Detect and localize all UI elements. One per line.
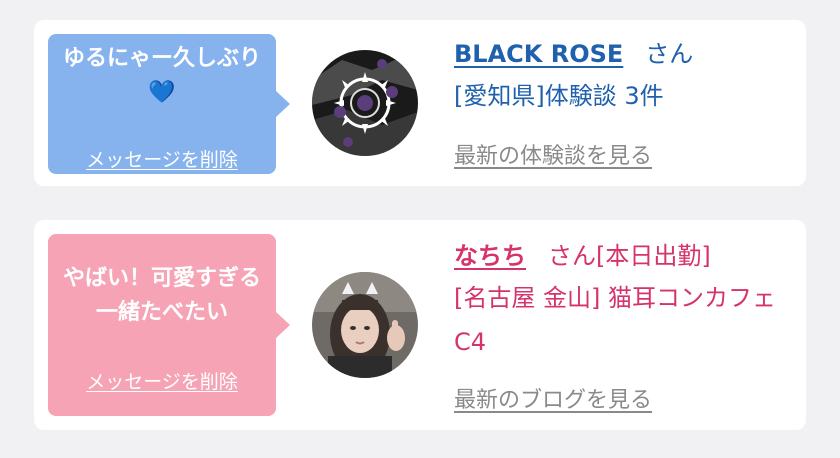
message-text: やばい！可愛すぎる一緒たべたい xyxy=(62,266,261,325)
message-text: ゆるにゃー久しぶり💙 xyxy=(62,46,261,105)
profile-info: BLACK ROSE さん [愛知県]体験談 3件 xyxy=(454,34,794,118)
work-status: [本日出勤] xyxy=(596,242,711,270)
message-card: やばい！可愛すぎる一緒たべたい メッセージを削除 なちち さん[本日出勤] [名古… xyxy=(34,220,806,430)
delete-message-link[interactable]: メッセージを削除 xyxy=(48,367,276,394)
avatar[interactable] xyxy=(312,50,418,156)
latest-review-link[interactable]: 最新の体験談を見る xyxy=(454,138,652,170)
message-bubble: やばい！可愛すぎる一緒たべたい メッセージを削除 xyxy=(48,234,290,416)
profile-detail: [名古屋 金山] 猫耳コンカフェ C4 xyxy=(454,284,776,356)
profile-photo-avatar-image xyxy=(312,272,418,378)
avatar[interactable] xyxy=(312,272,418,378)
message-bubble: ゆるにゃー久しぶり💙 メッセージを削除 xyxy=(48,34,290,174)
profile-info: なちち さん[本日出勤] [名古屋 金山] 猫耳コンカフェ C4 xyxy=(454,236,794,364)
delete-message-link[interactable]: メッセージを削除 xyxy=(48,145,276,172)
profile-name-link[interactable]: なちち xyxy=(454,242,526,270)
profile-name-link[interactable]: BLACK ROSE xyxy=(454,40,623,68)
message-card: ゆるにゃー久しぶり💙 メッセージを削除 BLACK ROSE さん [愛知県]体験… xyxy=(34,20,806,186)
name-line: なちち さん[本日出勤] xyxy=(454,236,794,276)
honorific: さん xyxy=(548,242,596,270)
profile-detail: [愛知県]体験談 3件 xyxy=(454,82,664,110)
honorific: さん xyxy=(645,40,694,68)
name-line: BLACK ROSE さん xyxy=(454,34,794,74)
rose-emblem-avatar-image xyxy=(312,50,418,156)
latest-blog-link[interactable]: 最新のブログを見る xyxy=(454,382,652,414)
